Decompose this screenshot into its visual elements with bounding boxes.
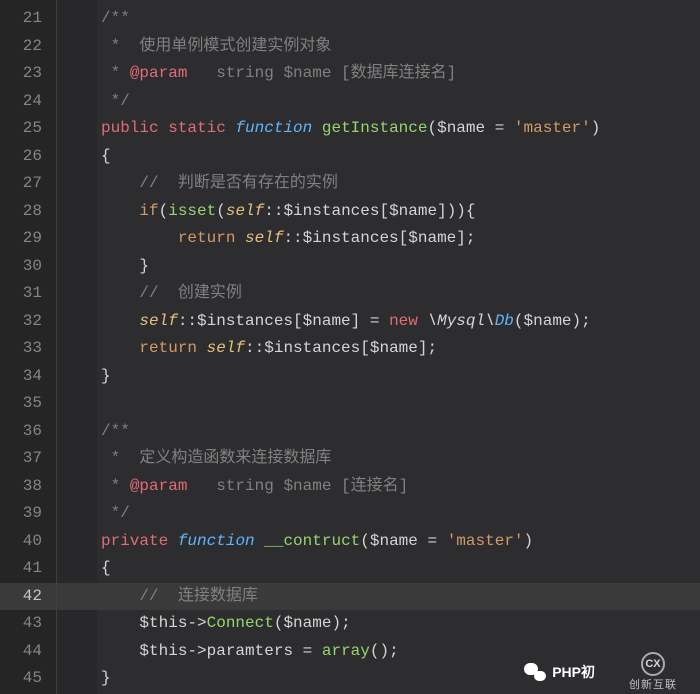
line-number[interactable]: 31 [0,280,56,308]
code-line: $this->Connect($name); [57,610,700,638]
code-line: */ [57,88,700,116]
line-number[interactable]: 37 [0,445,56,473]
code-line: } [57,253,700,281]
wechat-watermark: PHP初 [524,662,595,682]
brand-name: 创新互联 [629,676,677,692]
line-number[interactable]: 35 [0,390,56,418]
line-number[interactable]: 34 [0,363,56,391]
code-line: /** [57,5,700,33]
line-number[interactable]: 41 [0,555,56,583]
line-number[interactable]: 23 [0,60,56,88]
line-number[interactable]: 45 [0,665,56,693]
code-line: * 使用单例模式创建实例对象 [57,33,700,61]
line-number[interactable]: 30 [0,253,56,281]
code-line: if(isset(self::$instances[$name])){ [57,198,700,226]
wechat-text: PHP初 [552,662,595,682]
line-number[interactable]: 26 [0,143,56,171]
line-number[interactable]: 28 [0,198,56,226]
code-line: return self::$instances[$name]; [57,335,700,363]
wechat-icon [524,663,546,681]
brand-logo-icon: CX [641,652,665,676]
code-line: private function __contruct($name = 'mas… [57,528,700,556]
line-number[interactable]: 44 [0,638,56,666]
line-number-gutter: 21 22 23 24 25 26 27 28 29 30 31 32 33 3… [0,0,56,694]
line-number-current[interactable]: 42 [0,583,56,611]
line-number[interactable]: 43 [0,610,56,638]
code-line: } [57,665,700,693]
code-line: $this->paramters = array(); [57,638,700,666]
line-number[interactable]: 38 [0,473,56,501]
line-number[interactable]: 27 [0,170,56,198]
code-line: * 定义构造函数来连接数据库 [57,445,700,473]
code-line: { [57,143,700,171]
code-line-current: // 连接数据库 [57,583,700,611]
line-number[interactable]: 21 [0,5,56,33]
line-number[interactable]: 40 [0,528,56,556]
code-line: } [57,363,700,391]
line-number[interactable]: 24 [0,88,56,116]
code-line: /** [57,418,700,446]
code-line: self::$instances[$name] = new \Mysql\Db(… [57,308,700,336]
code-content[interactable]: /** * 使用单例模式创建实例对象 * @param string $name… [56,0,700,694]
line-number[interactable]: 25 [0,115,56,143]
code-line: * @param string $name [连接名] [57,473,700,501]
code-line: return self::$instances[$name]; [57,225,700,253]
line-number[interactable]: 32 [0,308,56,336]
line-number[interactable]: 33 [0,335,56,363]
line-number[interactable]: 22 [0,33,56,61]
code-line [57,390,700,418]
brand-watermark: CX 创新互联 [608,652,698,692]
line-number[interactable]: 39 [0,500,56,528]
line-number[interactable]: 29 [0,225,56,253]
code-line: * @param string $name [数据库连接名] [57,60,700,88]
line-number[interactable]: 36 [0,418,56,446]
code-line: public static function getInstance($name… [57,115,700,143]
code-line: { [57,555,700,583]
code-editor: 21 22 23 24 25 26 27 28 29 30 31 32 33 3… [0,0,700,694]
code-line: // 判断是否有存在的实例 [57,170,700,198]
code-line: // 创建实例 [57,280,700,308]
code-line: */ [57,500,700,528]
